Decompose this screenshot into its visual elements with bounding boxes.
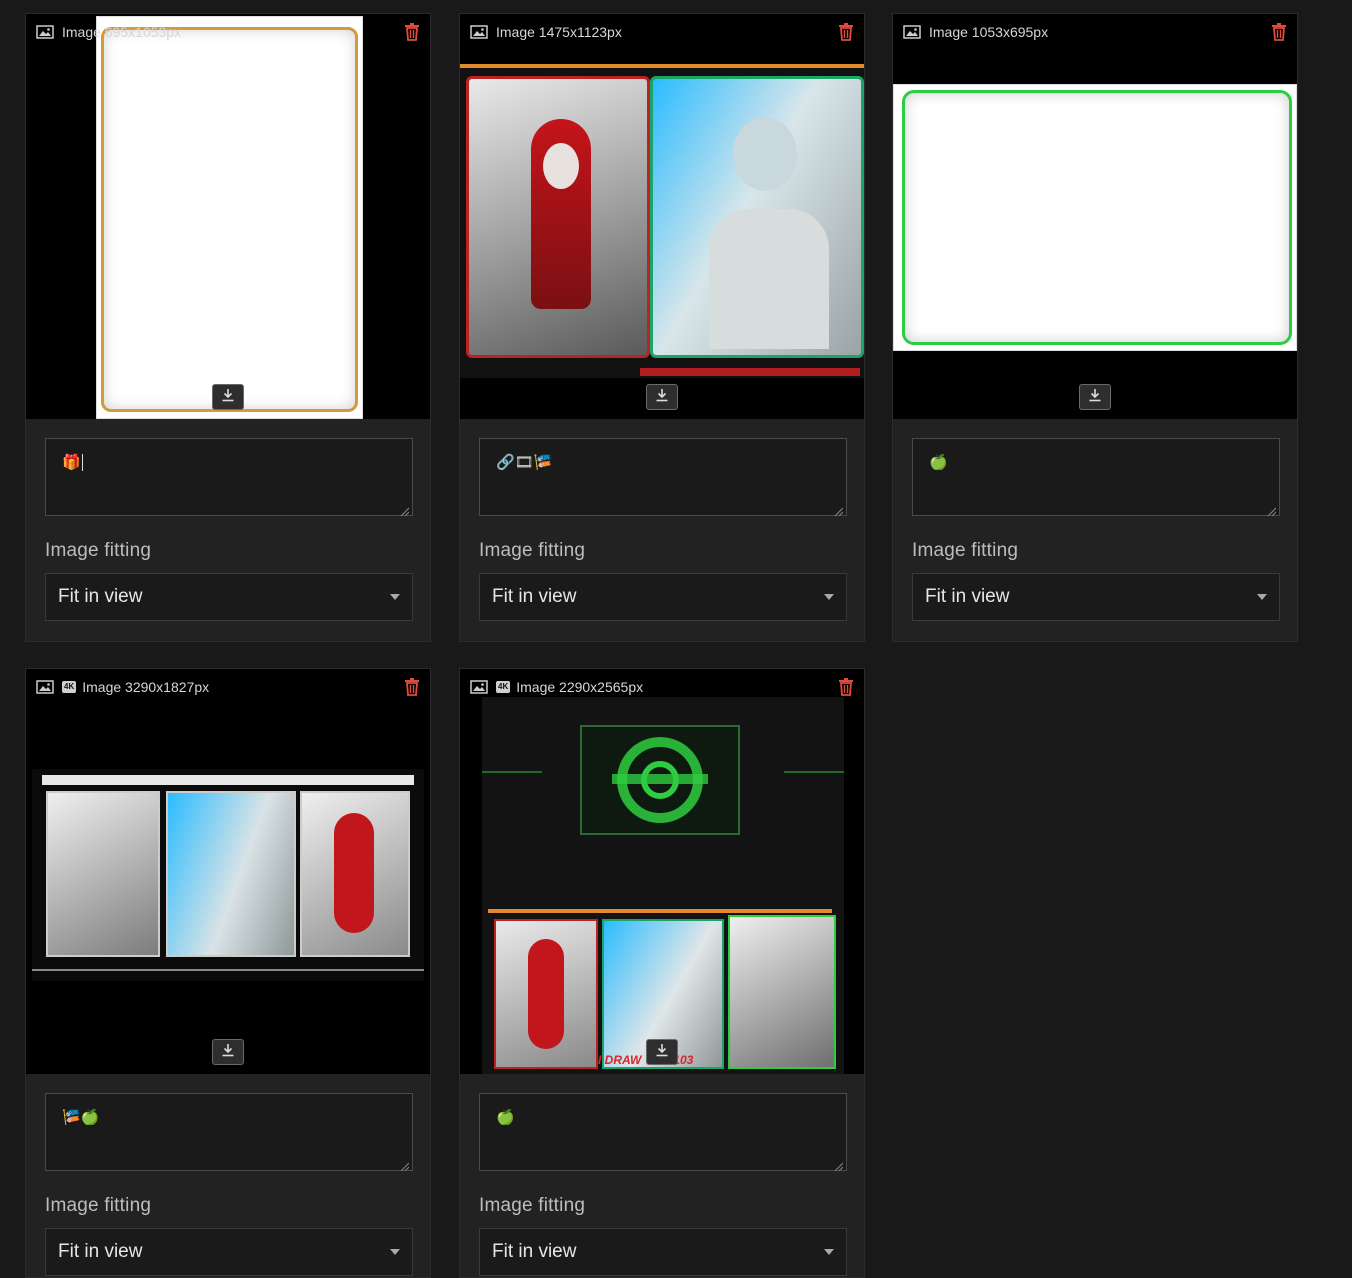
image-icon bbox=[470, 25, 488, 39]
image-title: Image 1475x1123px bbox=[496, 24, 622, 40]
trash-icon[interactable] bbox=[838, 678, 854, 696]
image-preview[interactable]: Image 1475x1123px bbox=[460, 14, 864, 419]
portrait-red bbox=[466, 76, 650, 358]
chevron-down-icon bbox=[390, 594, 400, 600]
resize-grip-icon[interactable] bbox=[1267, 503, 1277, 517]
image-fitting-label: Image fitting bbox=[45, 1195, 152, 1216]
chevron-down-icon bbox=[824, 1249, 834, 1255]
image-title: Image 3290x1827px bbox=[82, 679, 210, 695]
fit-value: Fit in view bbox=[925, 586, 1010, 607]
caption-textarea[interactable]: 🍏 bbox=[912, 438, 1280, 517]
card-header: Image 695x1053px bbox=[36, 22, 420, 42]
image-preview[interactable]: Image 695x1053px bbox=[26, 14, 430, 419]
image-card-5: 4K Image 2290x2565px I DRAW 103 🍏 Image … bbox=[459, 668, 865, 1278]
caption-text: 🍏 bbox=[496, 1109, 515, 1126]
image-icon bbox=[903, 25, 921, 39]
caption-textarea[interactable]: 🎁​ bbox=[45, 438, 413, 517]
resize-grip-icon[interactable] bbox=[834, 503, 844, 517]
4k-badge: 4K bbox=[62, 681, 77, 693]
download-button[interactable] bbox=[1079, 384, 1111, 410]
card-header: 4K Image 2290x2565px bbox=[470, 677, 854, 697]
chevron-down-icon bbox=[824, 594, 834, 600]
image-fitting-select[interactable]: Fit in view bbox=[479, 573, 847, 621]
image-fitting-select[interactable]: Fit in view bbox=[45, 1228, 413, 1276]
caption-text: 🎁 bbox=[62, 454, 81, 471]
caption-textarea[interactable]: 🎏🍏 bbox=[45, 1093, 413, 1172]
card-header: 4K Image 3290x1827px bbox=[36, 677, 420, 697]
download-icon bbox=[655, 1043, 669, 1062]
image-preview[interactable]: 4K Image 3290x1827px bbox=[26, 669, 430, 1074]
download-button[interactable] bbox=[212, 384, 244, 410]
image-thumbnail bbox=[32, 769, 424, 981]
green-lantern-emblem bbox=[580, 725, 740, 835]
download-icon bbox=[221, 1043, 235, 1062]
image-preview[interactable]: Image 1053x695px bbox=[893, 14, 1297, 419]
image-title: Image 2290x2565px bbox=[516, 679, 644, 695]
fit-value: Fit in view bbox=[492, 586, 577, 607]
image-fitting-label: Image fitting bbox=[912, 540, 1019, 561]
resize-grip-icon[interactable] bbox=[400, 503, 410, 517]
image-card-1: Image 695x1053px 🎁​ Image fitting Fit in… bbox=[25, 13, 431, 642]
resize-grip-icon[interactable] bbox=[400, 1158, 410, 1172]
image-fitting-select[interactable]: Fit in view bbox=[479, 1228, 847, 1276]
download-icon bbox=[655, 388, 669, 407]
image-icon bbox=[470, 680, 488, 694]
trash-icon[interactable] bbox=[838, 23, 854, 41]
image-card-3: Image 1053x695px 🍏 Image fitting Fit in … bbox=[892, 13, 1298, 642]
image-fitting-label: Image fitting bbox=[479, 1195, 586, 1216]
image-thumbnail bbox=[460, 64, 864, 378]
caption-text: 🔗🎞🎏 bbox=[496, 454, 553, 471]
card-header: Image 1053x695px bbox=[903, 22, 1287, 42]
image-thumbnail bbox=[893, 84, 1297, 351]
download-button[interactable] bbox=[646, 384, 678, 410]
card-header: Image 1475x1123px bbox=[470, 22, 854, 42]
caption-textarea[interactable]: 🔗🎞🎏 bbox=[479, 438, 847, 517]
image-fitting-label: Image fitting bbox=[479, 540, 586, 561]
image-icon bbox=[36, 25, 54, 39]
chevron-down-icon bbox=[390, 1249, 400, 1255]
resize-grip-icon[interactable] bbox=[834, 1158, 844, 1172]
trash-icon[interactable] bbox=[404, 678, 420, 696]
4k-badge: 4K bbox=[496, 681, 511, 693]
image-icon bbox=[36, 680, 54, 694]
download-icon bbox=[1088, 388, 1102, 407]
image-preview[interactable]: 4K Image 2290x2565px I DRAW 103 bbox=[460, 669, 864, 1074]
image-title: Image 1053x695px bbox=[929, 24, 1049, 40]
image-thumbnail: I DRAW LS 103 bbox=[482, 697, 844, 1074]
image-fitting-select[interactable]: Fit in view bbox=[912, 573, 1280, 621]
download-button[interactable] bbox=[646, 1039, 678, 1065]
chevron-down-icon bbox=[1257, 594, 1267, 600]
download-icon bbox=[221, 388, 235, 407]
image-thumbnail bbox=[96, 16, 363, 419]
image-title: Image 695x1053px bbox=[62, 24, 182, 40]
image-card-2: Image 1475x1123px 🔗🎞🎏 Image fitting Fit … bbox=[459, 13, 865, 642]
fit-value: Fit in view bbox=[58, 586, 143, 607]
caption-textarea[interactable]: 🍏 bbox=[479, 1093, 847, 1172]
trash-icon[interactable] bbox=[1271, 23, 1287, 41]
image-card-4: 4K Image 3290x1827px 🎏🍏 Image fitting Fi… bbox=[25, 668, 431, 1278]
portrait-cyan bbox=[650, 76, 864, 358]
download-button[interactable] bbox=[212, 1039, 244, 1065]
trash-icon[interactable] bbox=[404, 23, 420, 41]
image-fitting-select[interactable]: Fit in view bbox=[45, 573, 413, 621]
caption-text: 🍏 bbox=[929, 454, 948, 471]
image-fitting-label: Image fitting bbox=[45, 540, 152, 561]
caption-text: 🎏🍏 bbox=[62, 1109, 100, 1126]
